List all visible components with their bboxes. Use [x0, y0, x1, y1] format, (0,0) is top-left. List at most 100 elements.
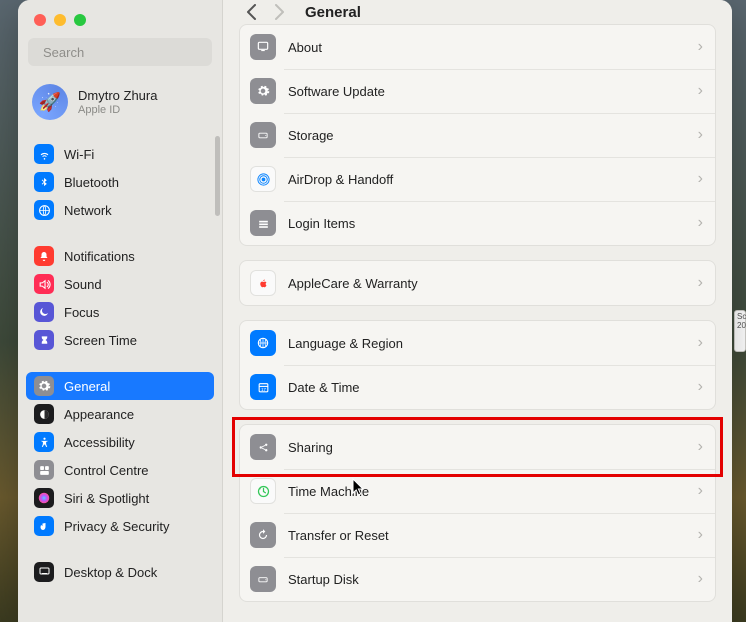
row-label: Date & Time — [288, 380, 686, 395]
sidebar-item-label: General — [64, 379, 110, 394]
avatar: 🚀 — [32, 84, 68, 120]
row-storage[interactable]: Storage› — [240, 113, 715, 157]
row-startup-disk[interactable]: Startup Disk › — [240, 557, 715, 601]
reset-icon — [250, 522, 276, 548]
row-label: Software Update — [288, 84, 686, 99]
settings-group: AppleCare & Warranty › — [239, 260, 716, 306]
row-software-update[interactable]: Software Update › — [240, 69, 715, 113]
row-label: Transfer or Reset — [288, 528, 686, 543]
row-label: Time Machine — [288, 484, 686, 499]
row-label: AppleCare & Warranty — [288, 276, 686, 291]
about-icon — [250, 34, 276, 60]
row-login-items[interactable]: Login Items › — [240, 201, 715, 245]
chevron-right-icon: › — [698, 214, 703, 232]
sidebar-item-label: Desktop & Dock — [64, 565, 157, 580]
sidebar-item-label: Network — [64, 203, 112, 218]
bt-icon — [34, 172, 54, 192]
chevron-right-icon: › — [698, 82, 703, 100]
row-date-time[interactable]: 17 Date & Time › — [240, 365, 715, 409]
apple-icon — [250, 270, 276, 296]
dock-icon — [34, 562, 54, 582]
close-window-button[interactable] — [34, 14, 46, 26]
row-label: Sharing — [288, 440, 686, 455]
account-sub: Apple ID — [78, 104, 157, 116]
row-label: Language & Region — [288, 336, 686, 351]
sidebar-item-label: Privacy & Security — [64, 519, 169, 534]
settings-group: Sharing›Time Machine›Transfer or Reset›S… — [239, 424, 716, 602]
sidebar-item-label: Notifications — [64, 249, 135, 264]
sound-icon — [34, 274, 54, 294]
sidebar-item-sound[interactable]: Sound — [26, 270, 214, 298]
row-time-machine[interactable]: Time Machine› — [240, 469, 715, 513]
sidebar-item-focus[interactable]: Focus — [26, 298, 214, 326]
sidebar-item-label: Sound — [64, 277, 102, 292]
svg-text:17: 17 — [261, 386, 266, 391]
row-label: About — [288, 40, 686, 55]
sidebar-item-accessibility[interactable]: Accessibility — [26, 428, 214, 456]
chevron-right-icon: › — [698, 170, 703, 188]
row-about[interactable]: About› — [240, 25, 715, 69]
sidebar-item-privacy-security[interactable]: Privacy & Security — [26, 512, 214, 540]
chevron-right-icon: › — [698, 438, 703, 456]
row-airdrop-handoff[interactable]: AirDrop & Handoff › — [240, 157, 715, 201]
tm-icon — [250, 478, 276, 504]
sidebar-item-siri-spotlight[interactable]: Siri & Spotlight — [26, 484, 214, 512]
sidebar-item-screen-time[interactable]: Screen Time — [26, 326, 214, 354]
chevron-right-icon: › — [698, 378, 703, 396]
share-icon — [250, 434, 276, 460]
sidebar-item-label: Wi-Fi — [64, 147, 94, 162]
row-transfer-or-reset[interactable]: Transfer or Reset › — [240, 513, 715, 557]
row-language-region[interactable]: Language & Region › — [240, 321, 715, 365]
chevron-right-icon: › — [698, 274, 703, 292]
login-icon — [250, 210, 276, 236]
content-pane: General About›Software Update›Storage›Ai… — [223, 0, 732, 622]
chevron-right-icon: › — [698, 526, 703, 544]
net-icon — [34, 200, 54, 220]
row-label: AirDrop & Handoff — [288, 172, 686, 187]
search-input[interactable] — [43, 45, 219, 60]
chevron-right-icon: › — [698, 570, 703, 588]
chevron-right-icon: › — [698, 334, 703, 352]
sidebar-item-label: Appearance — [64, 407, 134, 422]
siri-icon — [34, 488, 54, 508]
scrollbar[interactable] — [215, 136, 220, 216]
sidebar-item-wi-fi[interactable]: Wi-Fi — [26, 140, 214, 168]
sidebar-item-bluetooth[interactable]: Bluetooth — [26, 168, 214, 196]
minimize-window-button[interactable] — [54, 14, 66, 26]
sidebar-item-notifications[interactable]: Notifications — [26, 242, 214, 270]
row-label: Storage — [288, 128, 686, 143]
row-label: Login Items — [288, 216, 686, 231]
sidebar-item-appearance[interactable]: Appearance — [26, 400, 214, 428]
sidebar-item-desktop-dock[interactable]: Desktop & Dock — [26, 558, 214, 586]
row-applecare-warranty[interactable]: AppleCare & Warranty › — [240, 261, 715, 305]
zoom-window-button[interactable] — [74, 14, 86, 26]
sidebar-item-label: Siri & Spotlight — [64, 491, 149, 506]
desktop-file-peek: Sc 20 — [734, 310, 746, 352]
sidebar: 🚀 Dmytro Zhura Apple ID Wi-Fi Bluetooth Ne… — [18, 0, 223, 622]
chevron-right-icon — [274, 4, 285, 20]
sd-icon — [250, 566, 276, 592]
sidebar-nav: Wi-Fi Bluetooth Network Notifications Sound F… — [18, 136, 222, 622]
back-button[interactable] — [239, 0, 263, 24]
cc-icon — [34, 460, 54, 480]
system-settings-window: 🚀 Dmytro Zhura Apple ID Wi-Fi Bluetooth Ne… — [18, 0, 732, 622]
sidebar-item-control-centre[interactable]: Control Centre — [26, 456, 214, 484]
airdrop-icon — [250, 166, 276, 192]
account-name: Dmytro Zhura — [78, 88, 157, 104]
gear-icon — [34, 376, 54, 396]
sidebar-item-network[interactable]: Network — [26, 196, 214, 224]
window-controls — [18, 0, 222, 38]
search-field[interactable] — [28, 38, 212, 66]
hour-icon — [34, 330, 54, 350]
sidebar-item-general[interactable]: General — [26, 372, 214, 400]
apple-id-account[interactable]: 🚀 Dmytro Zhura Apple ID — [18, 80, 222, 136]
content-header: General — [223, 0, 732, 24]
sidebar-item-label: Screen Time — [64, 333, 137, 348]
settings-group: About›Software Update›Storage›AirDrop & … — [239, 24, 716, 246]
forward-button[interactable] — [267, 0, 291, 24]
disk-icon — [250, 122, 276, 148]
sidebar-item-label: Control Centre — [64, 463, 149, 478]
bell-icon — [34, 246, 54, 266]
row-sharing[interactable]: Sharing › — [240, 425, 715, 469]
row-label: Startup Disk — [288, 572, 686, 587]
